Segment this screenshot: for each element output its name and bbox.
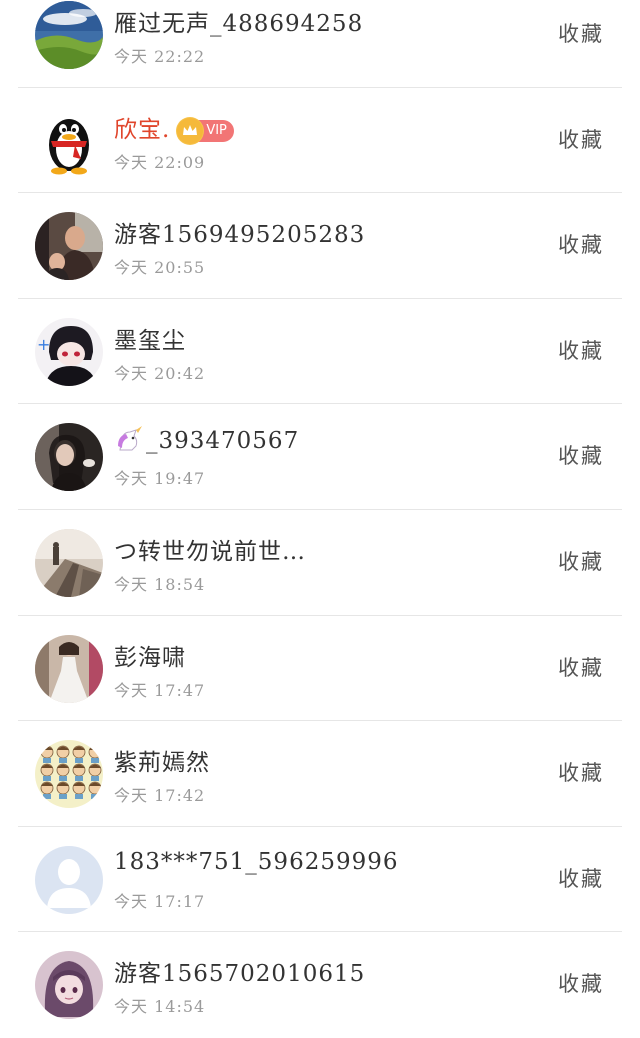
list-item[interactable]: 彭海啸 今天 17:47 收藏	[18, 616, 622, 722]
photo-avatar-icon[interactable]	[35, 212, 103, 281]
list-item[interactable]: _393470567 今天 19:47 收藏	[18, 404, 622, 510]
list-item[interactable]: 游客1569495205283 今天 20:55 收藏	[18, 193, 622, 299]
favorite-button[interactable]: 收藏	[558, 18, 604, 48]
user-name-text: 欣宝.	[114, 116, 171, 143]
timestamp: 今天 22:09	[114, 152, 206, 172]
favorite-button[interactable]: 收藏	[558, 546, 604, 576]
favorite-button[interactable]: 收藏	[558, 863, 604, 893]
landscape-avatar-icon[interactable]	[35, 1, 103, 69]
vip-badge-label: VIP	[206, 122, 227, 138]
user-name: 紫荊嫣然	[114, 750, 210, 777]
user-name: 欣宝. VIP	[114, 110, 234, 145]
svg-text:+: +	[37, 335, 50, 354]
user-name: つ转世勿说前世…	[114, 538, 306, 565]
user-name: 彭海啸	[114, 644, 186, 671]
timestamp: 今天 17:42	[114, 786, 206, 806]
favorite-button[interactable]: 收藏	[558, 652, 604, 682]
crown-icon	[176, 116, 205, 145]
dress-avatar-icon[interactable]	[35, 634, 103, 703]
unicorn-emoji-icon	[114, 426, 144, 452]
anime-avatar-icon[interactable]: +	[35, 317, 103, 386]
user-name: 183***751_596259996	[114, 848, 399, 875]
list-item[interactable]: 游客1565702010615 今天 14:54 收藏	[18, 932, 622, 1038]
user-name-text: _393470567	[146, 428, 300, 455]
timestamp: 今天 22:22	[114, 47, 206, 66]
list-item[interactable]: + 墨玺尘 今天 20:42 收藏	[18, 299, 622, 405]
favorite-button[interactable]: 收藏	[558, 229, 604, 259]
favorite-button[interactable]: 收藏	[558, 757, 604, 787]
user-name: 游客1565702010615	[114, 961, 366, 988]
user-name: 雁过无声_488694258	[114, 11, 364, 37]
user-name: _393470567	[114, 426, 299, 454]
favorite-button[interactable]: 收藏	[558, 335, 604, 365]
cartoon-grid-avatar-icon[interactable]	[35, 740, 103, 809]
list-item[interactable]: つ转世勿说前世… 今天 18:54 收藏	[18, 510, 622, 616]
timestamp: 今天 20:42	[114, 363, 206, 383]
favorite-button[interactable]: 收藏	[558, 440, 604, 470]
timestamp: 今天 17:47	[114, 680, 206, 700]
timestamp: 今天 20:55	[114, 258, 206, 278]
list-item[interactable]: 欣宝. VIP 今天 22:09 收藏	[18, 88, 622, 194]
favorite-button[interactable]: 收藏	[558, 968, 604, 998]
timestamp: 今天 17:17	[114, 891, 206, 911]
timestamp: 今天 18:54	[114, 574, 206, 594]
timestamp: 今天 19:47	[114, 469, 206, 489]
list-item[interactable]: 雁过无声_488694258 今天 22:22 收藏	[18, 0, 622, 88]
portrait-avatar-icon[interactable]	[35, 423, 103, 492]
qq-penguin-avatar-icon[interactable]	[35, 106, 103, 175]
user-name: 游客1569495205283	[114, 222, 366, 249]
anime-girl-avatar-icon[interactable]	[35, 951, 103, 1020]
timestamp: 今天 14:54	[114, 997, 206, 1017]
user-name: 墨玺尘	[114, 327, 186, 354]
scenery-avatar-icon[interactable]	[35, 528, 103, 597]
default-user-avatar-icon[interactable]	[35, 845, 103, 914]
favorites-list: 雁过无声_488694258 今天 22:22 收藏 欣宝. VIP 今天 22:…	[0, 0, 640, 1038]
list-item[interactable]: 183***751_596259996 今天 17:17 收藏	[18, 827, 622, 933]
favorite-button[interactable]: 收藏	[558, 124, 604, 154]
vip-badge[interactable]: VIP	[176, 116, 234, 145]
list-item[interactable]: 紫荊嫣然 今天 17:42 收藏	[18, 721, 622, 827]
